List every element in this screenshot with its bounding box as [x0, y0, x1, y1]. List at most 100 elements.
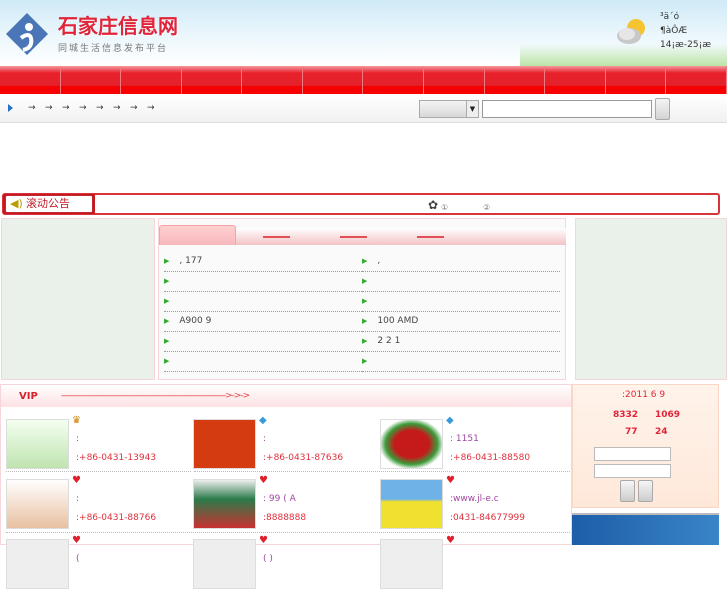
partly-cloudy-rain-icon	[617, 19, 645, 44]
nav-item[interactable]	[61, 66, 122, 94]
bullet-icon: ▶	[164, 257, 170, 265]
divider	[6, 471, 191, 472]
quick-link[interactable]: →	[130, 103, 138, 113]
nav-item[interactable]	[303, 66, 364, 94]
vip-card-info[interactable]: :	[263, 434, 266, 444]
logo-icon[interactable]	[5, 12, 49, 56]
chevron-down-icon[interactable]: ▼	[466, 101, 478, 117]
ad-banner[interactable]	[572, 513, 719, 545]
list-item[interactable]: ▶ 100 AMD	[362, 312, 560, 332]
list-item[interactable]: ▶	[164, 272, 362, 292]
tab-3[interactable]	[340, 236, 367, 238]
list-item[interactable]: ▶	[362, 292, 560, 312]
tab-active[interactable]	[159, 225, 236, 245]
bullet-icon: ▶	[362, 337, 368, 345]
vip-thumbnail[interactable]	[6, 539, 69, 589]
vip-thumbnail[interactable]	[380, 419, 443, 469]
vip-card[interactable]: ♥	[380, 535, 565, 591]
vip-thumbnail[interactable]	[193, 419, 256, 469]
quick-link[interactable]: →	[113, 103, 121, 113]
heart-icon: ♥	[259, 475, 268, 486]
vip-card-info[interactable]: : 1151	[450, 434, 479, 444]
nav-item[interactable]	[182, 66, 243, 94]
list-item[interactable]: ▶	[164, 292, 362, 312]
list-item-text[interactable]: ,	[377, 256, 380, 266]
list-item[interactable]: ▶	[362, 272, 560, 292]
login-button[interactable]	[620, 480, 635, 502]
list-item[interactable]: ▶,	[362, 252, 560, 272]
vip-thumbnail[interactable]	[380, 479, 443, 529]
divider	[6, 532, 570, 533]
nav-item[interactable]	[424, 66, 485, 94]
register-button[interactable]	[638, 480, 653, 502]
weather-condition: ¶àÔÆ	[660, 26, 688, 36]
nav-item[interactable]	[121, 66, 182, 94]
vip-card[interactable]: ♥(	[6, 535, 191, 591]
vip-card[interactable]: ♥ ( )	[193, 535, 378, 591]
tab-2[interactable]	[263, 236, 290, 238]
vip-card[interactable]: ◆::+86-0431-87636	[193, 415, 378, 471]
list-item[interactable]: ▶ , 177	[164, 252, 362, 272]
quick-link[interactable]: →	[96, 103, 104, 113]
vip-card-info[interactable]: :	[76, 494, 79, 504]
stat-value: 24	[655, 427, 668, 437]
tab-4[interactable]	[417, 236, 444, 238]
vip-thumbnail[interactable]	[193, 539, 256, 589]
bullet-icon: ▶	[164, 357, 170, 365]
crown-icon: ♛	[72, 415, 81, 426]
list-item[interactable]: ▶	[164, 332, 362, 352]
quick-link[interactable]: →	[28, 103, 36, 113]
list-item[interactable]: ▶	[164, 352, 362, 372]
quick-link[interactable]: →	[147, 103, 155, 113]
bullet-icon: ▶	[362, 257, 368, 265]
nav-item[interactable]	[606, 66, 667, 94]
vip-card-info[interactable]: :www.jl-e.c	[450, 494, 499, 504]
vip-card-info[interactable]: (	[76, 554, 80, 564]
nav-item[interactable]	[485, 66, 546, 94]
vip-card-info[interactable]: ( )	[263, 554, 273, 564]
password-input[interactable]	[594, 464, 671, 478]
list-item-text[interactable]: , 177	[179, 256, 202, 266]
nav-item[interactable]	[363, 66, 425, 94]
heart-icon: ♥	[446, 535, 455, 546]
quick-link[interactable]: →	[79, 103, 87, 113]
quick-link[interactable]: →	[62, 103, 70, 113]
nav-item[interactable]	[545, 66, 606, 94]
category-select[interactable]: ▼	[419, 100, 479, 118]
nav-item[interactable]	[666, 66, 727, 94]
vip-thumbnail[interactable]	[193, 479, 256, 529]
vip-card-phone: :+86-0431-88766	[76, 513, 157, 523]
list-item[interactable]: ▶ 2 2 1	[362, 332, 560, 352]
vip-card[interactable]: ♥ : 99 ( A :8888888	[193, 475, 378, 531]
vip-card[interactable]: ◆: 1151:+86-0431-88580	[380, 415, 565, 471]
list-item-text[interactable]: A900 9	[179, 316, 211, 326]
site-title[interactable]: 石家庄信息网	[58, 10, 178, 39]
list-item-text[interactable]: 100 AMD	[377, 316, 418, 326]
nav-item[interactable]	[0, 66, 61, 94]
list-item[interactable]: ▶	[362, 352, 560, 372]
nav-item[interactable]	[242, 66, 303, 94]
vip-thumbnail[interactable]	[380, 539, 443, 589]
heart-icon: ♥	[72, 475, 81, 486]
vip-thumbnail[interactable]	[6, 419, 69, 469]
bullet-icon: ▶	[362, 297, 368, 305]
notice-item[interactable]: ②	[483, 203, 490, 212]
notice-item[interactable]: ①	[441, 203, 448, 212]
vip-card[interactable]: ♛::+86-0431-13943	[6, 415, 191, 471]
bullet-icon: ▶	[164, 337, 170, 345]
vip-more-link[interactable]: ----------------------------------------…	[61, 391, 250, 401]
vip-card[interactable]: ♥:www.jl-e.c:0431-84677999	[380, 475, 565, 531]
vip-card-phone: :8888888	[263, 513, 307, 523]
quick-link[interactable]: →	[45, 103, 53, 113]
speaker-icon: ◀)	[10, 197, 23, 210]
username-input[interactable]	[594, 447, 671, 461]
bullet-icon: ▶	[362, 317, 368, 325]
search-button[interactable]	[655, 98, 670, 120]
vip-thumbnail[interactable]	[6, 479, 69, 529]
search-input[interactable]	[482, 100, 652, 118]
vip-card-info[interactable]: :	[76, 434, 79, 444]
vip-card-info[interactable]: : 99 ( A	[263, 494, 296, 504]
list-item-text[interactable]: 2 2 1	[377, 336, 400, 346]
vip-card[interactable]: ♥::+86-0431-88766	[6, 475, 191, 531]
list-item[interactable]: ▶ A900 9	[164, 312, 362, 332]
